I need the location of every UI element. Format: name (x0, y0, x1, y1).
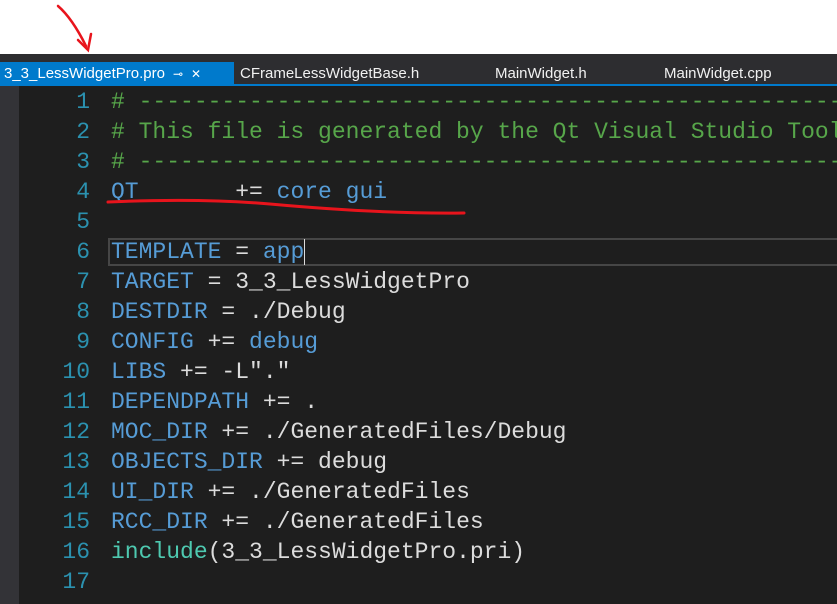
code-text: DESTDIR = ./Debug (111, 297, 346, 327)
code-text: RCC_DIR += ./GeneratedFiles (111, 507, 484, 537)
code-token: CONFIG (111, 329, 194, 355)
code-token: = (221, 239, 263, 265)
code-line[interactable]: 3 # -------------------------------------… (0, 147, 837, 177)
code-text: LIBS += -L"." (111, 357, 290, 387)
code-line[interactable]: 8 DESTDIR = ./Debug (0, 297, 837, 327)
code-line[interactable]: 5 (0, 207, 837, 237)
code-text: QT += core gui (111, 177, 387, 207)
tab-mainwidget-cpp[interactable]: MainWidget.cpp (664, 62, 772, 86)
code-token: TEMPLATE (111, 239, 222, 265)
code-token: DEPENDPATH (111, 389, 250, 415)
code-token: OBJECTS_DIR (111, 449, 263, 475)
line-number: 2 (76, 119, 90, 145)
code-line[interactable]: 17 (0, 567, 837, 597)
code-token: DESTDIR (111, 299, 208, 325)
code-token: QT (111, 179, 139, 205)
tab-3-3-lesswidgetpro-pro[interactable]: 3_3_LessWidgetPro.pro ⊸ ✕ (0, 62, 234, 86)
code-token: += ./GeneratedFiles (193, 479, 470, 505)
code-token: += (138, 179, 277, 205)
code-line[interactable]: 12 MOC_DIR += ./GeneratedFiles/Debug (0, 417, 837, 447)
line-number: 11 (62, 389, 90, 415)
code-token: += debug (262, 449, 388, 475)
code-line[interactable]: 6 TEMPLATE = app (0, 237, 837, 267)
code-token: += ./GeneratedFiles/Debug (207, 419, 567, 445)
tab-cframelesswidgetbase-h[interactable]: CFrameLessWidgetBase.h (240, 62, 419, 86)
code-line[interactable]: 10 LIBS += -L"." (0, 357, 837, 387)
line-number: 13 (62, 449, 90, 475)
code-token: LIBS (111, 359, 167, 385)
code-line[interactable]: 2 # This file is generated by the Qt Visu… (0, 117, 837, 147)
close-icon[interactable]: ✕ (191, 62, 201, 86)
code-token: # --------------------------------------… (111, 149, 837, 175)
code-token: TARGET (111, 269, 194, 295)
code-token: += -L"." (166, 359, 291, 385)
code-token: MOC_DIR (111, 419, 208, 445)
code-line[interactable]: 11 DEPENDPATH += . (0, 387, 837, 417)
code-text: MOC_DIR += ./GeneratedFiles/Debug (111, 417, 566, 447)
tab-label: MainWidget.h (495, 65, 587, 82)
line-number: 1 (76, 89, 90, 115)
code-editor[interactable]: 1 # -------------------------------------… (0, 86, 837, 604)
top-margin (0, 0, 837, 54)
line-number: 12 (62, 419, 90, 445)
code-token: = ./Debug (207, 299, 346, 325)
code-token: (3_3_LessWidgetPro.pri) (207, 539, 526, 565)
pin-icon[interactable]: ⊸ (173, 62, 183, 86)
line-number: 15 (62, 509, 90, 535)
code-text: CONFIG += debug (111, 327, 318, 357)
line-number: 14 (62, 479, 90, 505)
code-line[interactable]: 15 RCC_DIR += ./GeneratedFiles (0, 507, 837, 537)
tab-label: CFrameLessWidgetBase.h (240, 65, 420, 82)
code-token: UI_DIR (111, 479, 194, 505)
code-text: OBJECTS_DIR += debug (111, 447, 387, 477)
code-line[interactable]: 14 UI_DIR += ./GeneratedFiles (0, 477, 837, 507)
code-token: include (111, 539, 208, 565)
code-text: # --------------------------------------… (111, 147, 837, 177)
code-token: += (193, 329, 250, 355)
code-token: += ./GeneratedFiles (207, 509, 484, 535)
text-cursor (304, 239, 306, 265)
line-number: 4 (76, 179, 90, 205)
code-line[interactable]: 13 OBJECTS_DIR += debug (0, 447, 837, 477)
line-number: 8 (76, 299, 90, 325)
code-token: RCC_DIR (111, 509, 208, 535)
code-line[interactable]: 16 include(3_3_LessWidgetPro.pri) (0, 537, 837, 567)
code-text: TEMPLATE = app (111, 237, 304, 267)
tab-mainwidget-h[interactable]: MainWidget.h (495, 62, 587, 86)
code-line[interactable]: 9 CONFIG += debug (0, 327, 837, 357)
line-number: 17 (62, 569, 90, 595)
code-text: # --------------------------------------… (111, 87, 837, 117)
line-number: 6 (76, 239, 90, 265)
code-token: = 3_3_LessWidgetPro (193, 269, 470, 295)
code-token: += . (249, 389, 319, 415)
tab-label: MainWidget.cpp (664, 65, 772, 82)
code-text: UI_DIR += ./GeneratedFiles (111, 477, 470, 507)
code-text: # This file is generated by the Qt Visua… (111, 117, 837, 147)
code-token: debug (249, 329, 319, 355)
code-text: DEPENDPATH += . (111, 387, 318, 417)
code-token: # This file is generated by the Qt Visua… (111, 119, 837, 145)
code-token: # --------------------------------------… (111, 89, 837, 115)
code-token: app (262, 239, 305, 265)
code-token: core gui (276, 179, 388, 205)
code-line[interactable]: 1 # -------------------------------------… (0, 87, 837, 117)
tab-label: 3_3_LessWidgetPro.pro (4, 65, 165, 82)
code-text: include(3_3_LessWidgetPro.pri) (111, 537, 525, 567)
code-text: TARGET = 3_3_LessWidgetPro (111, 267, 470, 297)
document-tab-bar: 3_3_LessWidgetPro.pro ⊸ ✕ CFrameLessWidget… (0, 54, 837, 86)
line-number: 7 (76, 269, 90, 295)
line-number: 3 (76, 149, 90, 175)
line-number: 9 (76, 329, 90, 355)
code-line[interactable]: 4 QT += core gui (0, 177, 837, 207)
line-number: 5 (76, 209, 90, 235)
code-line[interactable]: 7 TARGET = 3_3_LessWidgetPro (0, 267, 837, 297)
line-number: 16 (62, 539, 90, 565)
line-number: 10 (62, 359, 90, 385)
